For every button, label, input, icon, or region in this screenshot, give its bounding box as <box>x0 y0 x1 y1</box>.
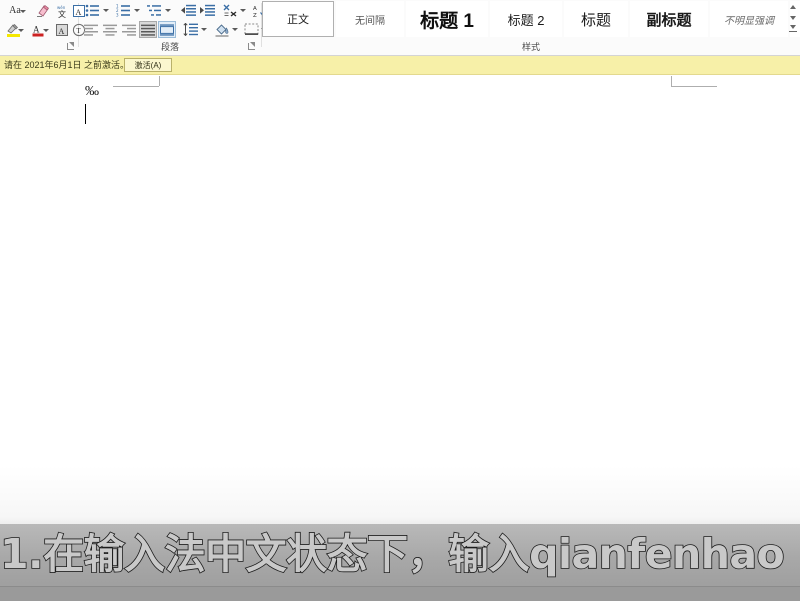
line-spacing-dropdown[interactable] <box>200 21 209 38</box>
font-color-button[interactable]: A <box>26 21 50 38</box>
style-item-normal[interactable]: 正文 <box>262 1 334 37</box>
bullets-button[interactable] <box>82 2 102 19</box>
margin-mark-top-right <box>671 86 717 87</box>
document-text: ‰ <box>85 84 99 100</box>
change-case-button[interactable]: Aa <box>2 2 28 19</box>
chevron-down-icon <box>165 7 172 14</box>
margin-mark-top-left <box>113 86 159 87</box>
clear-formatting-button[interactable] <box>34 2 52 19</box>
svg-text:Z: Z <box>253 13 257 18</box>
svg-text:3: 3 <box>116 12 119 17</box>
word-document-window: Aa A <box>0 0 800 600</box>
style-label: 正文 <box>287 11 309 27</box>
chevron-down-icon <box>134 7 141 14</box>
distribute-icon <box>160 24 174 36</box>
chevron-down-icon <box>18 27 25 34</box>
style-item-no-spacing[interactable]: 无间隔 <box>336 1 404 37</box>
distribute-button[interactable] <box>158 21 176 38</box>
style-label: 无间隔 <box>355 12 385 27</box>
style-gallery: 正文 无间隔 标题 1 标题 2 标题 副标题 不明显强调 强调 <box>262 1 800 39</box>
line-spacing-icon <box>183 23 198 36</box>
chevron-down-icon <box>20 8 27 15</box>
multilevel-list-dropdown[interactable] <box>164 2 173 19</box>
svg-text:A: A <box>58 27 64 36</box>
margin-mark-top-right-v <box>671 76 672 86</box>
activate-button[interactable]: 激活(A) <box>124 58 172 72</box>
document-area[interactable]: ‰ <box>0 76 800 600</box>
borders-icon <box>244 23 259 36</box>
chevron-down-icon <box>240 7 247 14</box>
character-border-button[interactable]: A <box>53 21 70 38</box>
increase-indent-icon <box>200 4 215 17</box>
style-item-subtle-emphasis[interactable]: 不明显强调 <box>710 1 788 37</box>
line-spacing-button[interactable] <box>181 21 200 38</box>
align-right-button[interactable] <box>120 21 138 38</box>
group-label-styles: 样式 <box>262 39 800 55</box>
numbering-button[interactable]: 1 2 3 <box>113 2 133 19</box>
gallery-more-button[interactable] <box>787 24 799 35</box>
activation-notice-bar: 请在 2021年6月1日 之前激活。 激活(A) <box>0 56 800 75</box>
svg-text:A: A <box>253 6 257 12</box>
activation-message: 请在 2021年6月1日 之前激活。 <box>4 58 129 72</box>
bullets-dropdown[interactable] <box>102 2 111 19</box>
style-item-heading-2[interactable]: 标题 2 <box>490 1 562 37</box>
align-left-icon <box>84 24 98 36</box>
bottom-bar <box>0 586 800 601</box>
numbering-dropdown[interactable] <box>133 2 142 19</box>
align-left-button[interactable] <box>82 21 100 38</box>
svg-text:A: A <box>33 24 40 34</box>
paint-bucket-icon <box>215 23 230 37</box>
align-center-icon <box>103 24 117 36</box>
shading-button[interactable] <box>213 21 232 38</box>
style-item-title[interactable]: 标题 <box>564 1 628 37</box>
style-label: 标题 2 <box>508 10 545 29</box>
style-label: 不明显强调 <box>724 12 774 27</box>
margin-mark-top-left-v <box>159 76 160 86</box>
gallery-scroll-down-button[interactable] <box>787 13 799 24</box>
style-item-subtitle[interactable]: 副标题 <box>630 1 708 37</box>
align-justify-button[interactable] <box>139 21 157 38</box>
align-center-button[interactable] <box>101 21 119 38</box>
chevron-down-icon <box>232 26 239 33</box>
style-item-heading-1[interactable]: 标题 1 <box>406 1 488 37</box>
eraser-icon <box>36 4 50 18</box>
chevron-down-icon <box>43 27 50 34</box>
font-dialog-launcher[interactable] <box>66 41 77 52</box>
ribbon: Aa A <box>0 0 800 56</box>
multilevel-list-icon <box>147 4 162 17</box>
subtitle-caption: 1.在输入法中文状态下，输入qianfenhao <box>0 526 800 582</box>
text-caret <box>85 104 86 124</box>
phonetic-guide-icon: wén 文 <box>55 4 69 18</box>
group-label-paragraph: 段落 <box>79 39 261 55</box>
gallery-scroll-up-button[interactable] <box>787 2 799 13</box>
character-border-icon: A <box>55 23 69 37</box>
chevron-down-icon <box>201 26 208 33</box>
svg-text:文: 文 <box>58 9 66 18</box>
multilevel-list-button[interactable] <box>144 2 164 19</box>
style-label: 副标题 <box>646 9 691 30</box>
align-justify-icon <box>141 24 155 36</box>
phonetic-guide-button[interactable]: wén 文 <box>53 2 70 19</box>
style-label: 标题 1 <box>420 6 474 33</box>
sort-button[interactable] <box>221 2 240 19</box>
style-label: 标题 <box>581 9 611 30</box>
align-right-icon <box>122 24 136 36</box>
document-page[interactable]: ‰ <box>0 76 800 516</box>
increase-indent-button[interactable] <box>198 2 217 19</box>
ribbon-group-font: Aa A <box>0 0 78 38</box>
bullet-list-icon <box>85 4 100 17</box>
borders-button[interactable] <box>242 21 261 38</box>
decrease-indent-icon <box>181 4 196 17</box>
gallery-scrollbar[interactable] <box>786 1 800 39</box>
ribbon-group-paragraph: 1 2 3 <box>79 0 261 38</box>
chevron-down-icon <box>103 7 110 14</box>
text-highlight-color-button[interactable] <box>1 21 25 38</box>
decrease-indent-button[interactable] <box>179 2 198 19</box>
number-list-icon: 1 2 3 <box>116 4 131 17</box>
sort-icon <box>223 4 238 17</box>
